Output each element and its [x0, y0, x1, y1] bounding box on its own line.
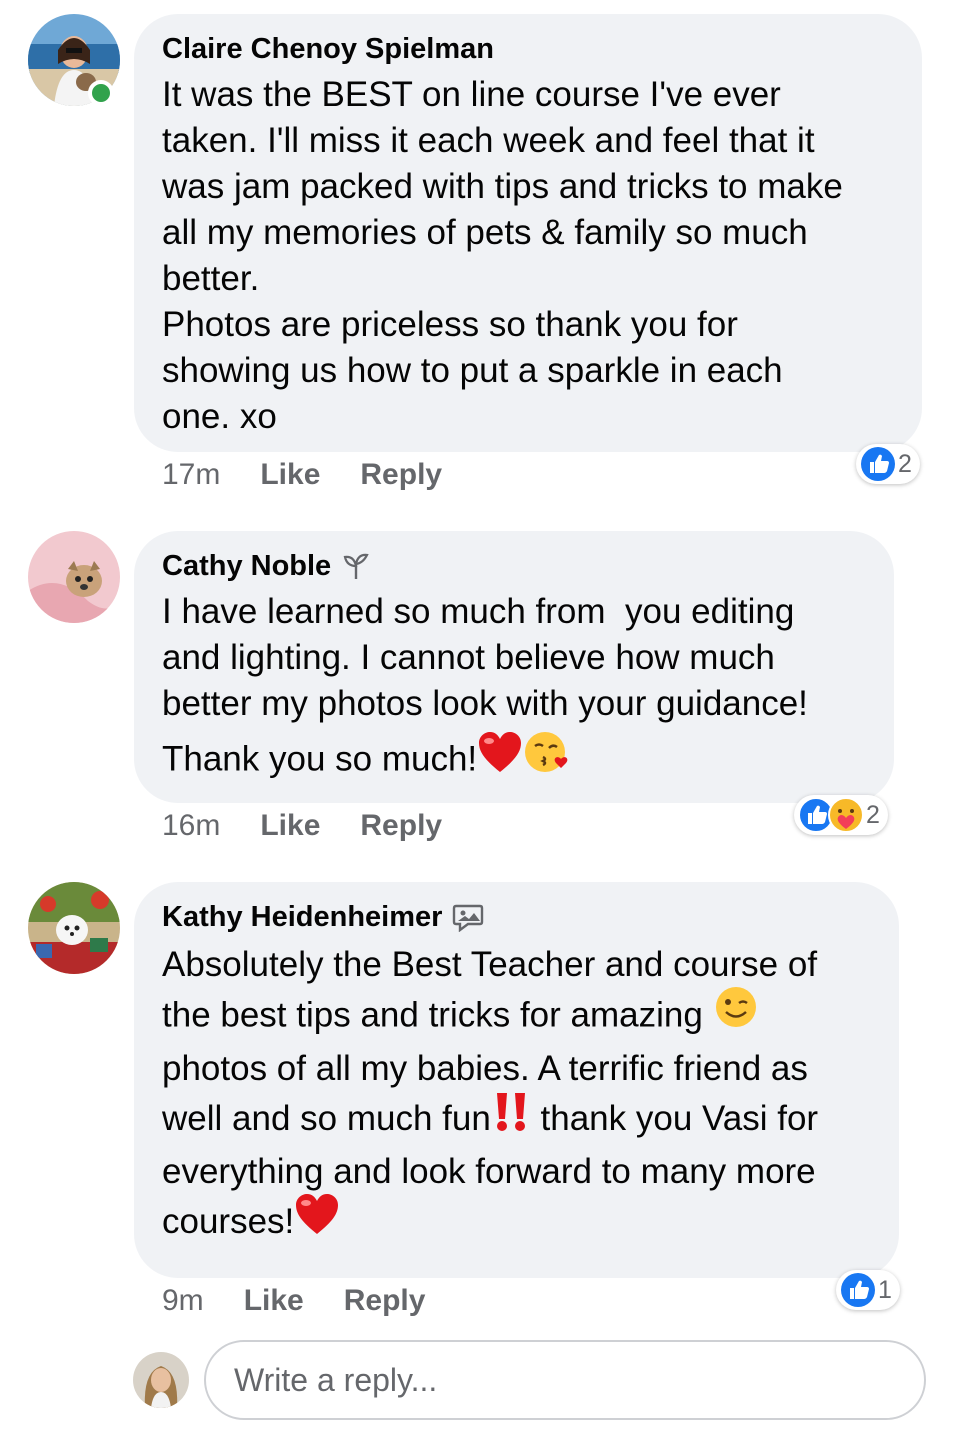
like-button[interactable]: Like	[260, 809, 320, 843]
red-heart-emoji	[477, 730, 523, 786]
care-icon	[828, 797, 864, 833]
avatar[interactable]	[28, 531, 120, 623]
comment-bubble: Cathy Noble I have learned so much from …	[134, 531, 894, 803]
avatar[interactable]	[28, 882, 120, 974]
red-heart-emoji	[294, 1192, 340, 1250]
like-icon	[860, 446, 896, 482]
comment-author[interactable]: Cathy Noble	[162, 549, 331, 583]
reply-input[interactable]	[204, 1340, 926, 1420]
current-user-avatar[interactable]	[133, 1352, 189, 1408]
comment-timestamp[interactable]: 16m	[162, 809, 220, 843]
reaction-count: 2	[866, 800, 880, 829]
winking-face-emoji	[713, 984, 759, 1044]
reaction-count: 1	[878, 1275, 892, 1304]
reply-composer	[0, 1338, 955, 1428]
like-icon	[840, 1272, 876, 1308]
comment-thread: Claire Chenoy Spielman It was the BEST o…	[0, 0, 955, 1440]
reaction-summary[interactable]: 2	[794, 795, 888, 835]
double-exclamation-emoji	[491, 1089, 531, 1147]
reply-button[interactable]: Reply	[344, 1284, 426, 1318]
comment-author[interactable]: Claire Chenoy Spielman	[162, 32, 494, 66]
reaction-summary[interactable]: 2	[856, 444, 920, 484]
comment-author[interactable]: Kathy Heidenheimer	[162, 900, 442, 934]
comment-bubble: Kathy Heidenheimer Absolutely the Best T…	[134, 882, 899, 1278]
comment-timestamp[interactable]: 17m	[162, 458, 220, 492]
reaction-summary[interactable]: 1	[836, 1270, 900, 1310]
kissing-face-emoji	[523, 729, 571, 787]
comment-actions: 16m Like Reply	[162, 809, 482, 843]
comment-text: It was the BEST on line course I've ever…	[162, 75, 843, 436]
reply-button[interactable]: Reply	[360, 809, 442, 843]
rising-fan-sprout-icon	[341, 551, 371, 581]
reply-button[interactable]: Reply	[360, 458, 442, 492]
comment-actions: 17m Like Reply	[162, 458, 482, 492]
comment-text: I have learned so much from you editing …	[162, 589, 866, 787]
comment-timestamp[interactable]: 9m	[162, 1284, 204, 1318]
comment-bubble: Claire Chenoy Spielman It was the BEST o…	[134, 14, 922, 452]
like-button[interactable]: Like	[244, 1284, 304, 1318]
reaction-count: 2	[898, 449, 912, 478]
like-button[interactable]: Like	[260, 458, 320, 492]
conversation-starter-icon	[452, 902, 484, 932]
online-status-dot	[88, 80, 114, 106]
comment-actions: 9m Like Reply	[162, 1284, 465, 1318]
comment-text: Absolutely the Best Teacher and course o…	[162, 940, 871, 1250]
